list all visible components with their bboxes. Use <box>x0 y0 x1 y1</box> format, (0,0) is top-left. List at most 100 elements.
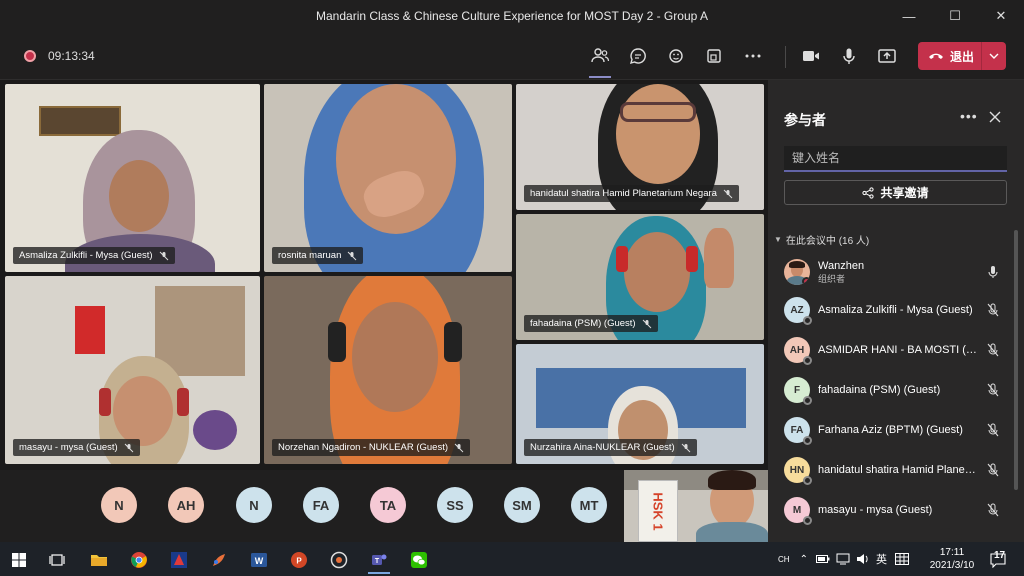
chevron-down-icon: ▼ <box>774 235 782 244</box>
participant-row[interactable]: AH ASMIDAR HANI - BA MOSTI (Guest) <box>784 332 1008 368</box>
avatar[interactable]: N <box>101 487 137 523</box>
panel-scrollbar[interactable] <box>1014 230 1018 490</box>
self-view-video[interactable]: HSK 1 <box>624 470 768 542</box>
taskbar-clock[interactable]: 17:11 2021/3/10 <box>920 546 984 572</box>
app-blue-icon <box>171 552 187 568</box>
mic-off-icon <box>159 251 168 260</box>
media-button[interactable] <box>322 546 356 574</box>
participants-active-indicator <box>589 76 611 78</box>
avatar: M <box>784 497 812 525</box>
task-view-button[interactable] <box>40 546 74 574</box>
notification-count: 17 <box>994 550 1006 561</box>
powerpoint-button[interactable]: P <box>282 546 316 574</box>
share-link-icon <box>862 186 875 199</box>
avatar-row: N AH N FA TA SS SM MT <box>0 470 620 540</box>
svg-text:T: T <box>375 558 380 565</box>
chevron-up-icon[interactable]: ⌃ <box>800 554 808 565</box>
teams-button[interactable]: T <box>362 546 396 574</box>
mic-off-icon <box>987 463 999 477</box>
mic-button[interactable] <box>834 42 864 70</box>
chrome-button[interactable] <box>122 546 156 574</box>
app-blue-button[interactable] <box>162 546 196 574</box>
avatar[interactable]: MT <box>571 487 607 523</box>
chat-button[interactable] <box>623 42 653 70</box>
leave-button[interactable]: 退出 <box>918 42 1006 70</box>
participant-row[interactable]: HN hanidatul shatira Hamid Planetarium N… <box>784 452 1008 488</box>
wechat-button[interactable] <box>402 546 436 574</box>
mic-icon <box>988 266 998 278</box>
video-tile[interactable]: Asmaliza Zulkifli - Mysa (Guest) <box>5 84 260 272</box>
close-window-button[interactable]: ✕ <box>978 0 1024 32</box>
video-tile[interactable]: hanidatul shatira Hamid Planetarium Nega… <box>516 84 764 210</box>
avatar: AZ <box>784 297 812 325</box>
participant-row[interactable]: M masayu - mysa (Guest) <box>784 492 1008 528</box>
in-meeting-section-header[interactable]: ▼ 在此会议中 (16 人) <box>774 232 869 247</box>
share-screen-button[interactable] <box>872 42 902 70</box>
chevron-down-icon <box>989 53 999 59</box>
input-indicator-icon[interactable]: CH <box>778 555 790 564</box>
task-view-icon <box>49 554 65 566</box>
avatar[interactable]: TA <box>370 487 406 523</box>
hang-up-icon <box>929 53 943 59</box>
search-input[interactable] <box>784 146 1007 172</box>
start-button[interactable] <box>2 546 36 574</box>
video-tile[interactable]: Nurzahira Aina-NUKLEAR (Guest) <box>516 344 764 464</box>
avatar[interactable]: N <box>236 487 272 523</box>
minimize-button[interactable]: — <box>886 0 932 32</box>
status-badge <box>803 436 812 445</box>
participant-name-label: Nurzahira Aina-NUKLEAR (Guest) <box>524 439 697 456</box>
participant-name-label: rosnita maruan <box>272 247 364 264</box>
share-invite-button[interactable]: 共享邀请 <box>784 180 1007 205</box>
avatar[interactable]: SM <box>504 487 540 523</box>
reactions-button[interactable] <box>661 42 691 70</box>
mic-icon <box>843 48 855 64</box>
keyboard-grid-icon[interactable] <box>894 553 909 565</box>
chrome-icon <box>131 552 147 568</box>
participants-button[interactable] <box>585 42 615 70</box>
status-badge <box>803 476 812 485</box>
video-tile[interactable]: masayu - mysa (Guest) <box>5 276 260 464</box>
powerpoint-icon: P <box>291 552 307 568</box>
mic-off-icon <box>987 343 999 357</box>
participant-name-label: hanidatul shatira Hamid Planetarium Nega… <box>524 185 739 202</box>
avatar[interactable]: AH <box>168 487 204 523</box>
participant-row[interactable]: F fahadaina (PSM) (Guest) <box>784 372 1008 408</box>
video-tile[interactable]: rosnita maruan <box>264 84 512 272</box>
status-badge <box>803 396 812 405</box>
camera-button[interactable] <box>796 42 826 70</box>
paint-button[interactable] <box>202 546 236 574</box>
file-explorer-button[interactable] <box>82 546 116 574</box>
mic-off-icon <box>681 443 691 452</box>
ime-language-indicator[interactable]: 英 <box>876 551 887 567</box>
title-bar: Mandarin Class & Chinese Culture Experie… <box>0 0 1024 32</box>
mic-off-icon <box>987 383 999 397</box>
participant-row[interactable]: FA Farhana Aziz (BPTM) (Guest) <box>784 412 1008 448</box>
panel-more-button[interactable]: ••• <box>960 108 978 124</box>
network-icon[interactable] <box>836 553 850 565</box>
panel-title: 参与者 <box>784 112 826 128</box>
more-actions-button[interactable] <box>738 42 768 70</box>
mic-off-icon <box>348 251 357 260</box>
avatar[interactable]: SS <box>437 487 473 523</box>
avatar: AH <box>784 337 812 365</box>
start-icon <box>12 553 26 567</box>
status-badge <box>802 277 810 285</box>
participant-name-label: masayu - mysa (Guest) <box>13 439 140 456</box>
close-icon[interactable] <box>988 110 1002 124</box>
video-tile[interactable]: Norzehan Ngadiron - NUKLEAR (Guest) <box>264 276 512 464</box>
participant-row[interactable]: AZ Asmaliza Zulkifli - Mysa (Guest) <box>784 292 1008 328</box>
wechat-icon <box>411 552 427 568</box>
battery-icon[interactable] <box>815 554 830 564</box>
leave-main[interactable]: 退出 <box>918 42 982 70</box>
rooms-button[interactable] <box>699 42 729 70</box>
volume-icon[interactable] <box>856 553 870 565</box>
mic-off-icon <box>454 443 464 452</box>
maximize-button[interactable]: ☐ <box>932 0 978 32</box>
leave-dropdown[interactable] <box>982 53 1006 59</box>
avatar[interactable]: FA <box>303 487 339 523</box>
video-tile[interactable]: fahadaina (PSM) (Guest) <box>516 214 764 340</box>
participant-row[interactable]: Wanzhen 组织者 <box>784 254 1008 290</box>
word-icon: W <box>251 553 267 567</box>
meeting-toolbar: 09:13:34 <box>0 32 1024 80</box>
word-button[interactable]: W <box>242 546 276 574</box>
